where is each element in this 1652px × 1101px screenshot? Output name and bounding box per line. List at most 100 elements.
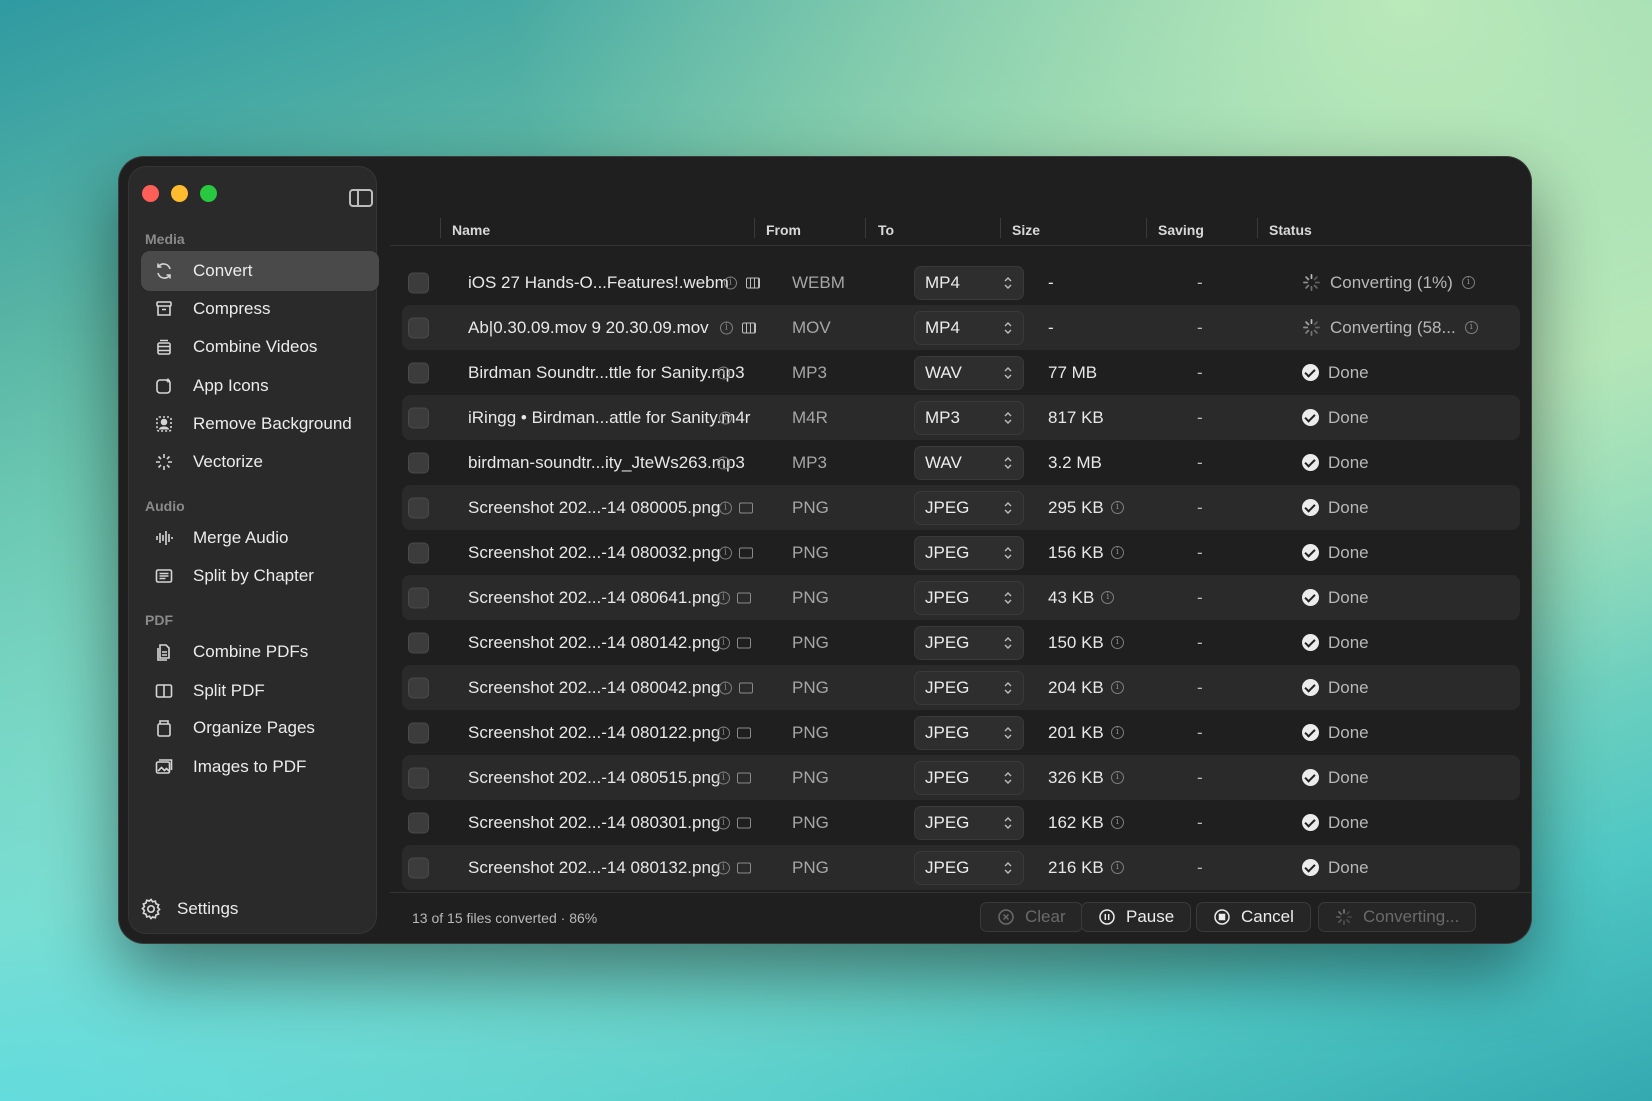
target-format-select[interactable]: WAV	[914, 355, 1024, 390]
sidebar-item-combine-videos[interactable]: Combine Videos	[141, 327, 379, 367]
target-format-select[interactable]: JPEG	[914, 625, 1024, 660]
table-row[interactable]: Screenshot 202...-14 080122.png i PNG JP…	[402, 710, 1520, 755]
info-icon[interactable]: i	[1464, 321, 1478, 334]
image-preview-icon[interactable]	[737, 817, 751, 828]
target-format-select[interactable]: JPEG	[914, 850, 1024, 885]
info-icon[interactable]: i	[1110, 816, 1124, 829]
image-preview-icon[interactable]	[737, 637, 751, 648]
table-row[interactable]: Screenshot 202...-14 080301.png i PNG JP…	[402, 800, 1520, 845]
info-icon[interactable]: i	[1110, 681, 1124, 694]
minimize-button[interactable]	[171, 185, 188, 202]
table-row[interactable]: Screenshot 202...-14 080515.png i PNG JP…	[402, 755, 1520, 800]
table-row[interactable]: Screenshot 202...-14 080042.png i PNG JP…	[402, 665, 1520, 710]
sidebar-item-split-by-chapter[interactable]: Split by Chapter	[141, 556, 379, 596]
sidebar-item-combine-pdfs[interactable]: Combine PDFs	[141, 632, 379, 672]
target-format-select[interactable]: JPEG	[914, 715, 1024, 750]
info-icon[interactable]: i	[717, 816, 730, 829]
clear-button[interactable]: Clear	[980, 902, 1083, 932]
image-preview-icon[interactable]	[739, 682, 753, 693]
info-icon[interactable]: i	[1461, 276, 1475, 289]
target-format-select[interactable]: JPEG	[914, 760, 1024, 795]
row-checkbox[interactable]	[408, 362, 429, 383]
video-preview-icon[interactable]	[742, 322, 756, 333]
row-checkbox[interactable]	[408, 857, 429, 878]
info-icon[interactable]: i	[719, 681, 732, 694]
row-checkbox[interactable]	[408, 272, 429, 293]
table-row[interactable]: iOS 27 Hands-O...Features!.webm i WEBM M…	[402, 260, 1520, 305]
sidebar-item-convert[interactable]: Convert	[141, 251, 379, 291]
table-row[interactable]: Screenshot 202...-14 080641.png i PNG JP…	[402, 575, 1520, 620]
image-preview-icon[interactable]	[737, 862, 751, 873]
target-format-select[interactable]: MP3	[914, 400, 1024, 435]
image-preview-icon[interactable]	[739, 547, 753, 558]
sidebar-item-app-icons[interactable]: App Icons	[141, 366, 379, 406]
info-icon[interactable]: i	[717, 591, 730, 604]
column-header-to[interactable]: To	[878, 222, 894, 238]
row-checkbox[interactable]	[408, 407, 429, 428]
info-icon[interactable]: i	[1110, 726, 1124, 739]
info-icon[interactable]: i	[1110, 861, 1124, 874]
row-checkbox[interactable]	[408, 587, 429, 608]
image-preview-icon[interactable]	[737, 592, 751, 603]
column-header-size[interactable]: Size	[1012, 222, 1040, 238]
image-preview-icon[interactable]	[737, 727, 751, 738]
table-row[interactable]: birdman-soundtr...ity_JteWs263.mp3 i MP3…	[402, 440, 1520, 485]
row-checkbox[interactable]	[408, 317, 429, 338]
sidebar-item-merge-audio[interactable]: Merge Audio	[141, 518, 379, 558]
image-preview-icon[interactable]	[739, 502, 753, 513]
row-checkbox[interactable]	[408, 812, 429, 833]
target-format-select[interactable]: JPEG	[914, 490, 1024, 525]
close-button[interactable]	[142, 185, 159, 202]
table-row[interactable]: Screenshot 202...-14 080142.png i PNG JP…	[402, 620, 1520, 665]
row-checkbox[interactable]	[408, 542, 429, 563]
row-checkbox[interactable]	[408, 677, 429, 698]
settings-button[interactable]: Settings	[139, 897, 238, 921]
sidebar-item-organize-pages[interactable]: Organize Pages	[141, 708, 379, 748]
target-format-select[interactable]: JPEG	[914, 535, 1024, 570]
info-icon[interactable]: i	[717, 636, 730, 649]
column-header-saving[interactable]: Saving	[1158, 222, 1204, 238]
info-icon[interactable]: i	[720, 321, 733, 334]
info-icon[interactable]: i	[717, 456, 730, 469]
sidebar-toggle-icon[interactable]	[349, 189, 373, 207]
sidebar-item-images-to-pdf[interactable]: Images to PDF	[141, 747, 379, 787]
row-checkbox[interactable]	[408, 452, 429, 473]
zoom-button[interactable]	[200, 185, 217, 202]
converting-button[interactable]: Converting...	[1318, 902, 1477, 932]
info-icon[interactable]: i	[1110, 546, 1124, 559]
info-icon[interactable]: i	[717, 861, 730, 874]
table-row[interactable]: Birdman Soundtr...ttle for Sanity.mp3 i …	[402, 350, 1520, 395]
row-checkbox[interactable]	[408, 632, 429, 653]
row-checkbox[interactable]	[408, 767, 429, 788]
target-format-select[interactable]: JPEG	[914, 670, 1024, 705]
info-icon[interactable]: i	[717, 726, 730, 739]
table-row[interactable]: Ab|0.30.09.mov 9 20.30.09.mov i MOV MP4 …	[402, 305, 1520, 350]
column-header-name[interactable]: Name	[452, 222, 490, 238]
info-icon[interactable]: i	[1110, 636, 1124, 649]
row-checkbox[interactable]	[408, 722, 429, 743]
info-icon[interactable]: i	[1110, 501, 1124, 514]
info-icon[interactable]: i	[719, 546, 732, 559]
info-icon[interactable]: i	[719, 501, 732, 514]
row-checkbox[interactable]	[408, 497, 429, 518]
cancel-button[interactable]: Cancel	[1196, 902, 1311, 932]
sidebar-item-remove-background[interactable]: Remove Background	[141, 404, 379, 444]
target-format-select[interactable]: MP4	[914, 265, 1024, 300]
target-format-select[interactable]: WAV	[914, 445, 1024, 480]
table-row[interactable]: Screenshot 202...-14 080005.png i PNG JP…	[402, 485, 1520, 530]
image-preview-icon[interactable]	[737, 772, 751, 783]
sidebar-item-vectorize[interactable]: Vectorize	[141, 442, 379, 482]
info-icon[interactable]: i	[724, 276, 737, 289]
target-format-select[interactable]: MP4	[914, 310, 1024, 345]
table-row[interactable]: iRingg • Birdman...attle for Sanity.m4r …	[402, 395, 1520, 440]
info-icon[interactable]: i	[717, 366, 730, 379]
target-format-select[interactable]: JPEG	[914, 580, 1024, 615]
video-preview-icon[interactable]	[746, 277, 760, 288]
target-format-select[interactable]: JPEG	[914, 805, 1024, 840]
info-icon[interactable]: i	[1110, 771, 1124, 784]
table-row[interactable]: Screenshot 202...-14 080132.png i PNG JP…	[402, 845, 1520, 890]
column-header-from[interactable]: From	[766, 222, 801, 238]
info-icon[interactable]: i	[717, 771, 730, 784]
column-header-status[interactable]: Status	[1269, 222, 1312, 238]
info-icon[interactable]: i	[719, 411, 732, 424]
